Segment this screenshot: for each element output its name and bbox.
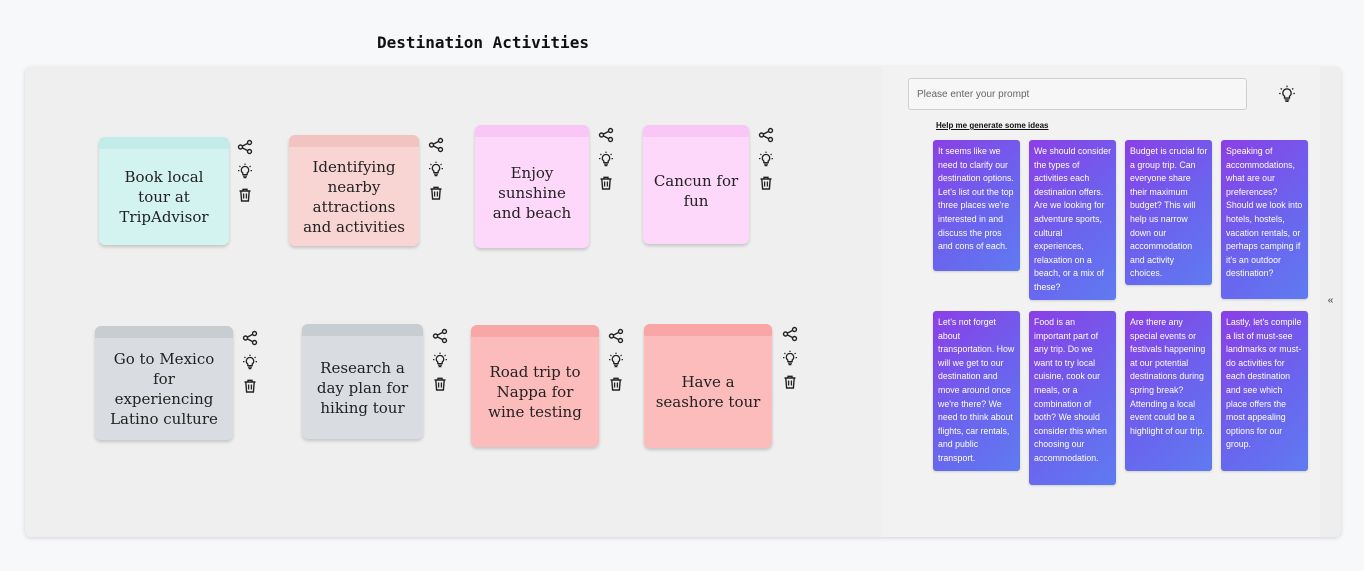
note-text[interactable]: Cancun for fun xyxy=(643,137,749,244)
idea-card[interactable]: Let's not forget about transportation. H… xyxy=(933,311,1020,471)
trash-icon[interactable] xyxy=(432,376,448,392)
idea-card[interactable]: Budget is crucial for a group trip. Can … xyxy=(1125,140,1212,285)
sticky-note[interactable]: Identifying nearby attractions and activ… xyxy=(289,135,419,246)
sticky-note[interactable]: Cancun for fun xyxy=(643,125,749,244)
collapse-strip: « xyxy=(1320,67,1341,537)
share-icon[interactable] xyxy=(237,139,253,155)
note-text[interactable]: Book local tour at TripAdvisor xyxy=(99,149,229,245)
share-icon[interactable] xyxy=(782,326,798,342)
trash-icon[interactable] xyxy=(758,175,774,191)
note-header xyxy=(289,135,419,147)
lightbulb-icon[interactable] xyxy=(608,352,624,368)
note-text[interactable]: Research a day plan for hiking tour xyxy=(302,336,423,439)
note-header xyxy=(99,137,229,149)
share-icon[interactable] xyxy=(598,127,614,143)
note-text[interactable]: Go to Mexico for experiencing Latino cul… xyxy=(95,338,233,440)
prompt-input[interactable] xyxy=(908,78,1247,110)
note-toolbar xyxy=(432,328,448,400)
sticky-note[interactable]: Road trip to Nappa for wine testing xyxy=(471,325,599,447)
lightbulb-icon[interactable] xyxy=(598,151,614,167)
note-text[interactable]: Road trip to Nappa for wine testing xyxy=(471,337,599,447)
sticky-note[interactable]: Enjoy sunshine and beach xyxy=(475,125,589,248)
page-title: Destination Activities xyxy=(377,33,589,52)
note-text[interactable]: Have a seashore tour xyxy=(644,336,772,448)
lightbulb-icon[interactable] xyxy=(782,350,798,366)
note-header xyxy=(95,326,233,338)
note-header xyxy=(302,324,423,336)
note-toolbar xyxy=(608,328,624,400)
idea-card[interactable]: Are there any special events or festival… xyxy=(1125,311,1212,471)
idea-card[interactable]: It seems like we need to clarify our des… xyxy=(933,140,1020,271)
sticky-note[interactable]: Go to Mexico for experiencing Latino cul… xyxy=(95,326,233,440)
note-header xyxy=(644,324,772,336)
note-text[interactable]: Identifying nearby attractions and activ… xyxy=(289,147,419,246)
sticky-note[interactable]: Research a day plan for hiking tour xyxy=(302,324,423,439)
share-icon[interactable] xyxy=(758,127,774,143)
note-toolbar xyxy=(598,127,614,199)
idea-card[interactable]: Lastly, let's compile a list of must-see… xyxy=(1221,311,1308,471)
sticky-note[interactable]: Book local tour at TripAdvisor xyxy=(99,137,229,245)
lightbulb-icon[interactable] xyxy=(428,161,444,177)
idea-card[interactable]: Food is an important part of any trip. D… xyxy=(1029,311,1116,485)
help-generate-ideas-link[interactable]: Help me generate some ideas xyxy=(936,121,1049,130)
sticky-note[interactable]: Have a seashore tour xyxy=(644,324,772,448)
lightbulb-icon[interactable] xyxy=(432,352,448,368)
trash-icon[interactable] xyxy=(237,187,253,203)
trash-icon[interactable] xyxy=(598,175,614,191)
lightbulb-icon[interactable] xyxy=(758,151,774,167)
note-toolbar xyxy=(782,326,798,398)
note-toolbar xyxy=(758,127,774,199)
lightbulb-icon[interactable] xyxy=(1278,85,1296,103)
share-icon[interactable] xyxy=(608,328,624,344)
note-header xyxy=(471,325,599,337)
share-icon[interactable] xyxy=(242,330,258,346)
lightbulb-icon[interactable] xyxy=(237,163,253,179)
sticky-board: Book local tour at TripAdvisor Identifyi… xyxy=(25,67,882,537)
idea-card[interactable]: We should consider the types of activiti… xyxy=(1029,140,1116,300)
trash-icon[interactable] xyxy=(428,185,444,201)
idea-card[interactable]: Speaking of accommodations, what are our… xyxy=(1221,140,1308,299)
trash-icon[interactable] xyxy=(782,374,798,390)
share-icon[interactable] xyxy=(432,328,448,344)
collapse-panel-button[interactable]: « xyxy=(1320,295,1341,306)
note-toolbar xyxy=(428,137,444,209)
share-icon[interactable] xyxy=(428,137,444,153)
note-header xyxy=(475,125,589,137)
note-text[interactable]: Enjoy sunshine and beach xyxy=(475,137,589,248)
trash-icon[interactable] xyxy=(608,376,624,392)
note-toolbar xyxy=(242,330,258,402)
note-toolbar xyxy=(237,139,253,211)
note-header xyxy=(643,125,749,137)
trash-icon[interactable] xyxy=(242,378,258,394)
lightbulb-icon[interactable] xyxy=(242,354,258,370)
